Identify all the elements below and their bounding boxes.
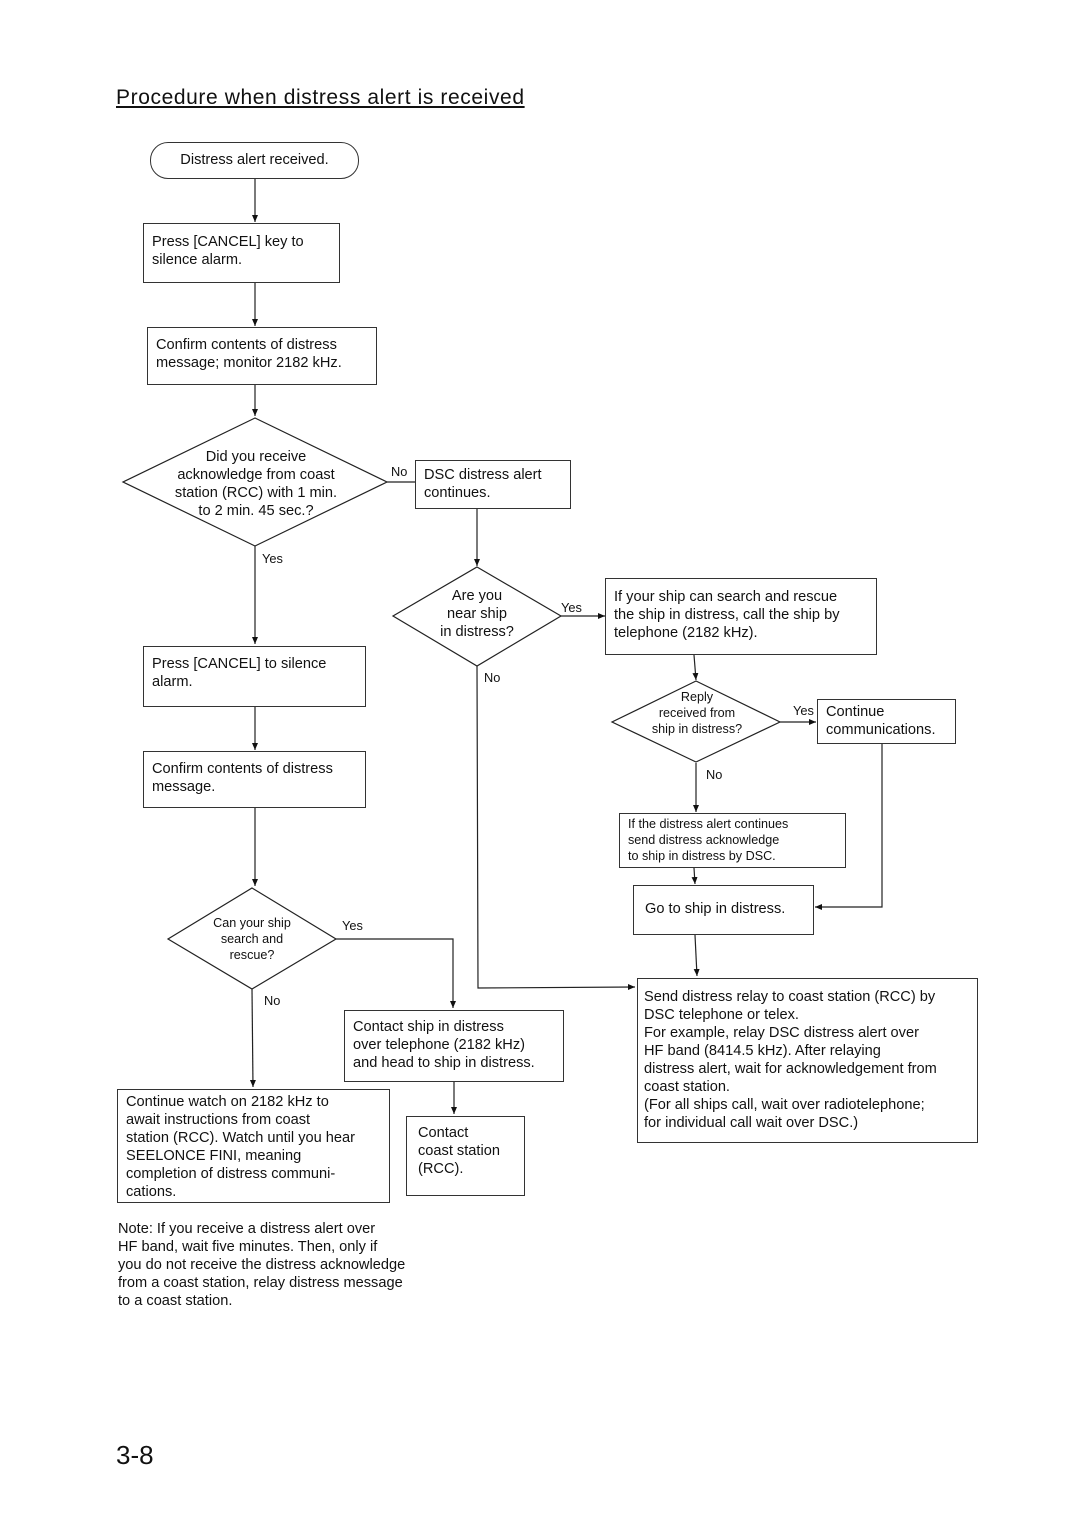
footnote: Note: If you receive a distress alert ov… [118, 1221, 406, 1309]
press-cancel-silence-box: Press [CANCEL] to silence alarm. [143, 646, 366, 707]
send-ack-by-dsc-box: If the distress alert continues send dis… [619, 813, 846, 868]
go-to-ship-box: Go to ship in distress. [633, 885, 814, 935]
decision-reply-text: Reply received from ship in distress? [651, 690, 743, 736]
decision-ack-text: Did you receive acknowledge from coast s… [174, 449, 338, 519]
label-can-yes: Yes [342, 918, 363, 933]
connector-can-no [249, 988, 256, 1088]
decision-can-search-text: Can your ship search and rescue? [213, 916, 291, 962]
label-reply-no: No [706, 767, 723, 782]
label-near-no: No [484, 670, 501, 685]
confirm-monitor-box: Confirm contents of distress message; mo… [147, 327, 377, 385]
confirm-contents-box: Confirm contents of distress message. [143, 751, 366, 808]
press-cancel-key-box: Press [CANCEL] key to silence alarm. [143, 223, 340, 283]
connector-dsc-to-go [691, 867, 698, 885]
label-near-yes: Yes [561, 600, 582, 615]
decision-near-text: Are you near ship in distress? [440, 588, 514, 640]
connector-near-no [476, 665, 636, 991]
connector-search-to-reply [692, 654, 699, 681]
connector-can-yes [336, 938, 456, 1008]
continue-watch-box: Continue watch on 2182 kHz to await inst… [117, 1089, 390, 1203]
label-reply-yes: Yes [793, 703, 814, 718]
connector-go-to-relay [693, 934, 700, 977]
send-relay-box: Send distress relay to coast station (RC… [637, 978, 978, 1143]
label-can-no: No [264, 993, 281, 1008]
start-terminal: Distress alert received. [150, 142, 359, 179]
if-ship-can-search-box: If your ship can search and rescue the s… [605, 578, 877, 655]
continue-communications-box: Continue communications. [817, 699, 956, 744]
label-ack-no: No [391, 464, 408, 479]
page-number: 3-8 [116, 1440, 154, 1470]
contact-ship-telephone-box: Contact ship in distress over telephone … [344, 1010, 564, 1082]
label-ack-yes: Yes [262, 551, 283, 566]
dsc-alert-continues-box: DSC distress alert continues. [415, 460, 571, 509]
contact-coast-station-box: Contact coast station (RCC). [406, 1116, 525, 1196]
